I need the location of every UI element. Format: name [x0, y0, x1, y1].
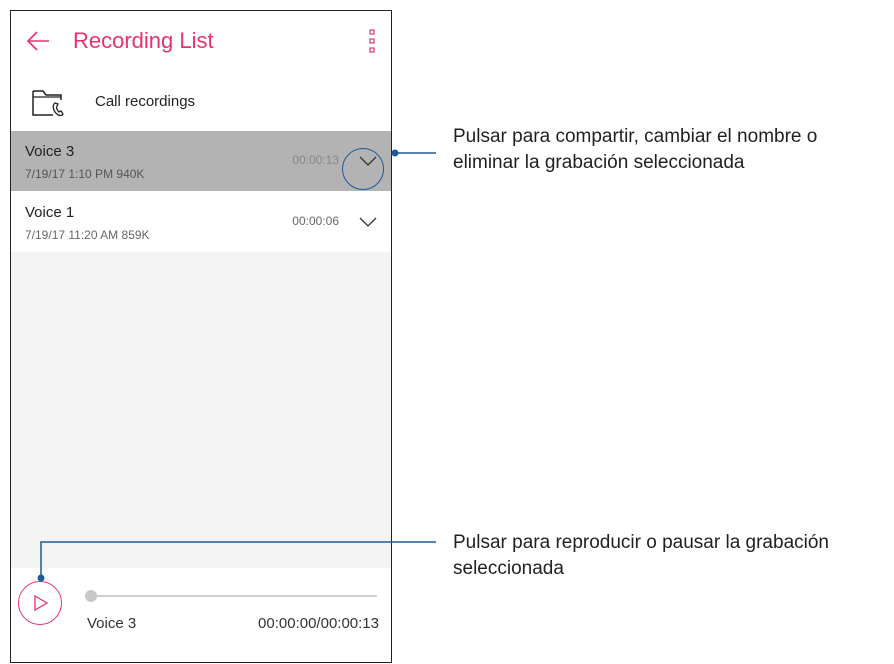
callout-top-line1: Pulsar para compartir, cambiar el nombre…	[453, 126, 818, 147]
callout-top-line2: eliminar la grabación seleccionada	[453, 152, 745, 173]
callout-bottom: Pulsar para reproducir o pausar la graba…	[453, 530, 829, 582]
callout-bottom-line2: seleccionada	[453, 558, 564, 579]
callout-line-bottom	[40, 541, 436, 576]
callout-bottom-line1: Pulsar para reproducir o pausar la graba…	[453, 532, 829, 553]
callout-top: Pulsar para compartir, cambiar el nombre…	[453, 124, 817, 176]
callout-dot-top	[391, 149, 399, 157]
callout-dot-bottom	[37, 574, 45, 582]
